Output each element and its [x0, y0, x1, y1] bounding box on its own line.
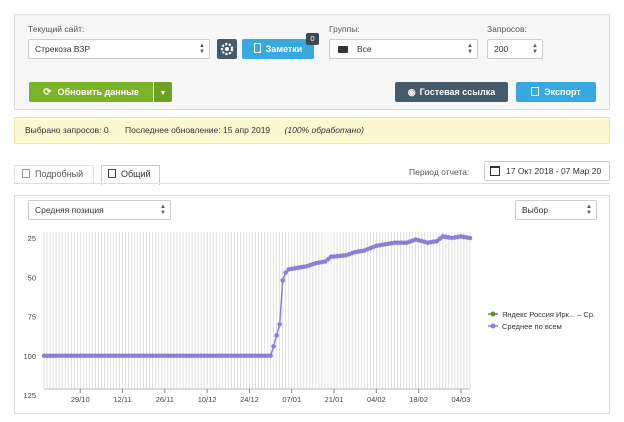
x-tick-label: 10/12	[198, 395, 217, 404]
series-point-average	[280, 278, 285, 283]
y-tick-label: 75	[28, 313, 36, 322]
series-point-average	[467, 235, 473, 241]
x-tick-label: 18/02	[409, 395, 428, 404]
chart-legend: Яндекс Россия Ирк... – Ср. Среднее по все…	[488, 310, 595, 331]
x-tick-label: 24/12	[240, 395, 259, 404]
x-tick-label: 07/01	[282, 395, 301, 404]
x-tick-label: 12/11	[113, 395, 131, 404]
series-point-average	[268, 353, 273, 359]
x-tick-label: 04/02	[367, 395, 386, 404]
x-axis: 29/10 12/11 26/11 10/12 24/12 07/01 21/01 04/02…	[71, 389, 470, 404]
x-tick-label: 21/01	[325, 395, 344, 404]
legend-marker-average	[490, 323, 496, 329]
chart-grid	[43, 232, 471, 390]
x-tick-label: 26/11	[156, 395, 174, 404]
y-tick-label: 100	[23, 352, 36, 361]
y-tick-label: 25	[28, 234, 36, 243]
series-point-average	[274, 333, 279, 338]
chart-series	[41, 234, 473, 359]
y-tick-label: 125	[23, 391, 36, 400]
series-point-average	[271, 344, 276, 349]
y-axis: 25 50 75 100 125	[23, 234, 36, 400]
legend-label-yandex: Яндекс Россия Ирк... – Ср.	[502, 310, 595, 319]
series-line-average	[44, 235, 471, 357]
y-tick-label: 50	[28, 273, 36, 282]
position-chart: 25 50 75 100 125 29/10 12/11 26/11 10/12 24/12 07…	[23, 232, 595, 404]
x-tick-label: 29/10	[71, 395, 90, 404]
x-tick-label: 04/03	[452, 395, 471, 404]
legend-marker-yandex	[490, 311, 496, 317]
series-point-average	[277, 322, 282, 327]
legend-label-average: Среднее по всем	[502, 322, 562, 331]
